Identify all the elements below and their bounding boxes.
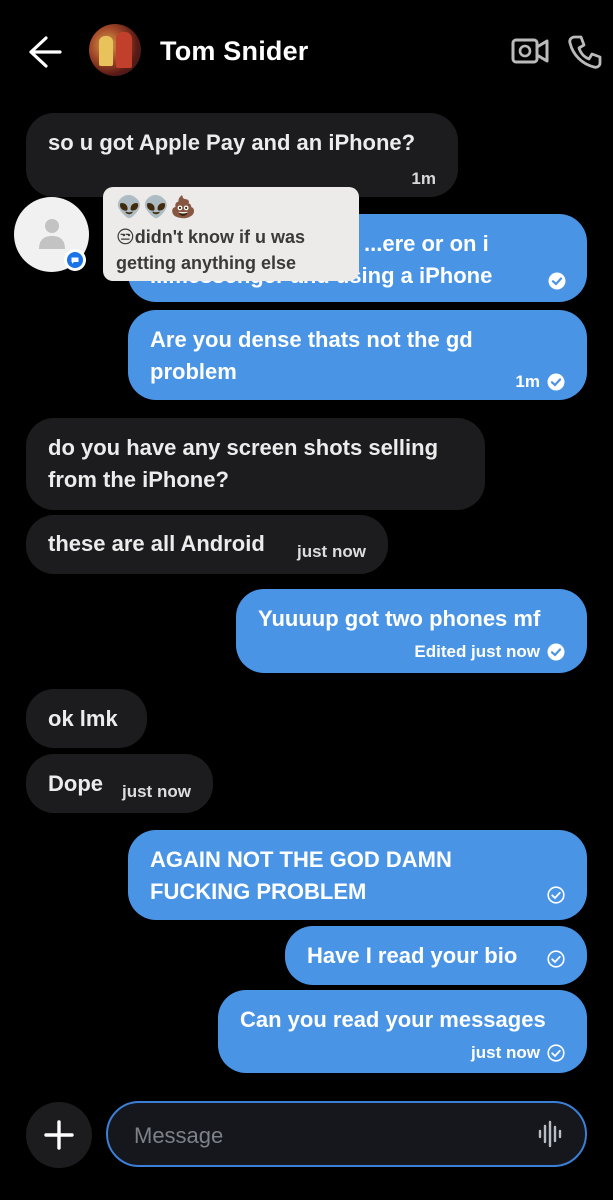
message-text: ok lmk xyxy=(48,706,118,731)
message-timestamp: just now xyxy=(122,782,191,801)
message-text: Have I read your bio xyxy=(307,943,518,968)
message-bubble-incoming[interactable]: ok lmk xyxy=(26,689,147,748)
message-input[interactable] xyxy=(132,1117,516,1155)
preview-emoji-row: 👽👽💩 xyxy=(116,196,198,219)
phone-call-icon[interactable] xyxy=(566,33,604,71)
chat-head-message-preview[interactable]: 👽👽💩 😒didn't know if u was getting anythi… xyxy=(103,187,359,281)
chat-bubble-icon xyxy=(67,252,83,268)
message-text: Dope xyxy=(48,771,103,796)
video-call-icon[interactable] xyxy=(510,34,550,68)
voice-message-icon[interactable] xyxy=(538,1119,564,1149)
add-attachment-button[interactable] xyxy=(26,1102,92,1168)
message-bubble-outgoing[interactable]: Are you dense thats not the gd problem 1… xyxy=(128,310,587,400)
timestamp-label: 1m xyxy=(515,372,540,391)
conversation-header: Tom Snider xyxy=(0,0,613,100)
back-arrow-icon[interactable] xyxy=(26,34,64,70)
preview-text-line2: getting anything else xyxy=(116,253,297,273)
message-timestamp: Edited just now xyxy=(414,636,565,668)
sent-receipt-icon xyxy=(547,1044,565,1062)
read-receipt-icon xyxy=(547,373,565,391)
message-text: Are you dense thats not the gd problem xyxy=(150,327,473,384)
message-bubble-outgoing[interactable]: Have I read your bio xyxy=(285,926,587,985)
message-text: do you have any screen shots selling fro… xyxy=(48,435,439,492)
message-bubble-outgoing[interactable]: Can you read your messages just now xyxy=(218,990,587,1073)
avatar-figure xyxy=(99,36,113,66)
message-composer[interactable] xyxy=(106,1101,587,1167)
message-bubble-incoming[interactable]: Dope just now xyxy=(26,754,213,813)
message-text: these are all Android xyxy=(48,531,265,556)
message-text: Yuuuup got two phones mf xyxy=(258,606,541,631)
message-text-partial: ...ere or on i xyxy=(364,231,489,256)
message-text: so u got Apple Pay and an iPhone? xyxy=(48,130,416,155)
message-timestamp: just now xyxy=(471,1037,565,1069)
contact-name[interactable]: Tom Snider xyxy=(160,36,309,67)
message-bubble-incoming[interactable]: these are all Android just now xyxy=(26,515,388,574)
message-bubble-incoming[interactable]: do you have any screen shots selling fro… xyxy=(26,418,485,510)
message-bubble-outgoing[interactable]: Yuuuup got two phones mf Edited just now xyxy=(236,589,587,673)
avatar-figure xyxy=(116,32,132,68)
message-text: Can you read your messages xyxy=(240,1007,546,1032)
message-timestamp: just now xyxy=(297,542,366,561)
message-timestamp: 1m xyxy=(411,169,436,188)
preview-text-line1: 😒didn't know if u was xyxy=(116,227,306,247)
message-bubble-outgoing[interactable]: AGAIN NOT THE GOD DAMN FUCKING PROBLEM xyxy=(128,830,587,920)
message-bubble-incoming[interactable]: so u got Apple Pay and an iPhone? 1m xyxy=(26,113,458,197)
plus-icon xyxy=(44,1120,74,1150)
timestamp-label: Edited just now xyxy=(414,642,540,661)
sent-receipt-icon xyxy=(547,950,565,968)
contact-avatar[interactable] xyxy=(89,24,141,76)
read-receipt-icon xyxy=(547,643,565,661)
timestamp-label: just now xyxy=(471,1043,540,1062)
default-user-icon xyxy=(39,219,65,249)
message-text: AGAIN NOT THE GOD DAMN FUCKING PROBLEM xyxy=(150,847,452,904)
sent-receipt-icon xyxy=(547,886,565,904)
messages-app-badge xyxy=(64,249,86,271)
read-receipt-icon xyxy=(548,272,566,290)
message-timestamp: 1m xyxy=(515,366,565,398)
